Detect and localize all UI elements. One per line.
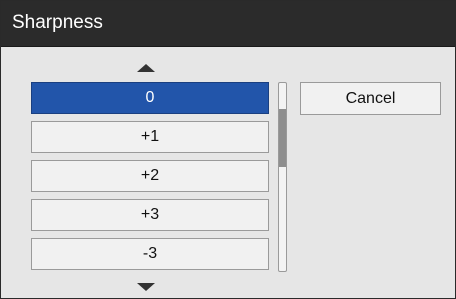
title-bar: Sharpness [1,1,455,47]
cancel-button[interactable]: Cancel [300,82,441,115]
arrow-down-icon[interactable] [137,283,155,291]
list-item[interactable]: -3 [31,238,269,270]
dialog-title: Sharpness [12,12,103,33]
list-scrollbar[interactable] [278,82,287,272]
scrollbar-thumb[interactable] [279,109,286,167]
list-item[interactable]: +1 [31,121,269,153]
list-item[interactable]: +2 [31,160,269,192]
sharpness-dialog: Sharpness 0 +1 +2 +3 -3 Cancel [0,0,456,299]
list-item[interactable]: 0 [31,82,269,114]
list-item[interactable]: +3 [31,199,269,231]
arrow-up-icon[interactable] [137,64,155,72]
